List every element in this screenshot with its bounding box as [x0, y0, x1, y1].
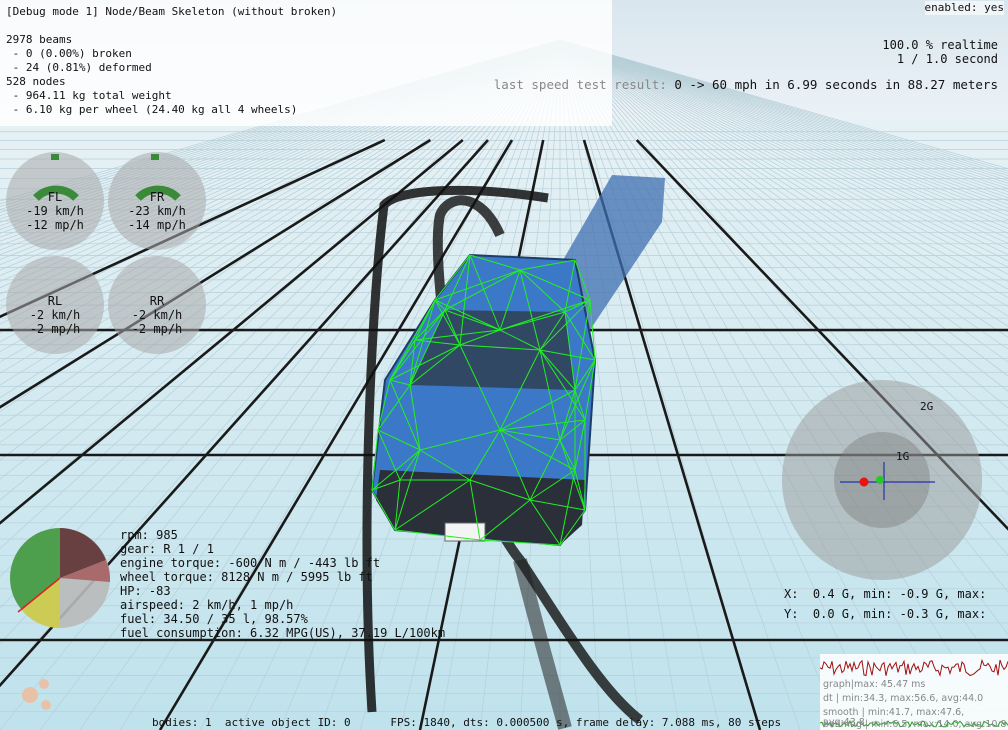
- debug-line: 528 nodes: [6, 75, 66, 88]
- g-force-readout: X: 0.4 G, min: -0.9 G, max: Y: 0.0 G, mi…: [784, 584, 986, 624]
- wheel-name: RR: [149, 294, 165, 308]
- engine-torque-readout: engine torque: -600 N m / -443 lb ft: [120, 556, 381, 570]
- g-meter-1g-label: 1G: [896, 450, 910, 463]
- hp-readout: HP: -83: [120, 584, 171, 598]
- g-origin-point: [876, 476, 884, 484]
- debug-line: - 24 (0.81%) deformed: [6, 61, 152, 74]
- gear-readout: gear: R 1 / 1: [120, 542, 214, 556]
- wheel-gauge-fr: FR -23 km/h -14 mp/h: [108, 152, 206, 250]
- performance-graph: graph|max: 45.47 ms dt | min:34.3, max:5…: [820, 654, 1008, 730]
- graph-label: beamng | min:6.5, max:14.0, avg:10.8: [823, 719, 1007, 730]
- wheel-speed-mph: -12 mp/h: [26, 218, 84, 232]
- speed-test-value: 0 -> 60 mph in 6.99 seconds in 88.27 met…: [666, 77, 998, 92]
- graph-label: dt | min:34.3, max:56.6, avg:44.0: [823, 693, 984, 704]
- rpm-gauge: [10, 528, 111, 628]
- graph-label: graph|max: 45.47 ms: [823, 679, 926, 690]
- speed-test-result: last speed test result: 0 -> 60 mph in 6…: [494, 78, 998, 92]
- fuel-readout: fuel: 34.50 / 35 l, 98.57%: [120, 612, 308, 626]
- g-x-readout: X: 0.4 G, min: -0.9 G, max:: [784, 587, 987, 601]
- realtime-readout: 100.0 % realtime 1 / 1.0 second: [882, 38, 998, 66]
- debug-line: 2978 beams: [6, 33, 73, 46]
- g-y-readout: Y: 0.0 G, min: -0.3 G, max:: [784, 607, 987, 621]
- wheel-gauge-rl: RL -2 km/h -2 mp/h: [6, 256, 104, 354]
- realtime-percent: 100.0 % realtime: [882, 38, 998, 52]
- wheel-gauge-fl: FL -19 km/h -12 mp/h: [6, 152, 104, 250]
- wheel-speed-mph: -2 mp/h: [131, 322, 183, 336]
- graph-line-dt: [820, 658, 1008, 678]
- airspeed-readout: airspeed: 2 km/h, 1 mp/h: [120, 598, 294, 612]
- wheel-name: FL: [47, 190, 63, 204]
- wheel-name: FR: [149, 190, 165, 204]
- wheel-speed-kmh: -2 km/h: [29, 308, 81, 322]
- g-current-point: [859, 477, 869, 487]
- debug-info-panel: [Debug mode 1] Node/Beam Skeleton (witho…: [0, 0, 612, 126]
- g-meter: [782, 380, 982, 580]
- wheel-speed-kmh: -2 km/h: [131, 308, 183, 322]
- wheel-speed-kmh: -23 km/h: [128, 204, 186, 218]
- wheel-torque-readout: wheel torque: 8128 N m / 5995 lb ft: [120, 570, 373, 584]
- realtime-ratio: 1 / 1.0 second: [896, 52, 998, 66]
- wheel-name: RL: [47, 294, 63, 308]
- wheel-speed-mph: -14 mp/h: [128, 218, 186, 232]
- fuel-consumption-readout: fuel consumption: 6.32 MPG(US), 37.19 L/…: [120, 626, 446, 640]
- debug-line: - 6.10 kg per wheel (24.40 kg all 4 whee…: [6, 103, 298, 116]
- wheel-speed-kmh: -19 km/h: [26, 204, 84, 218]
- status-bar: bodies: 1 active object ID: 0 FPS: 1840,…: [152, 716, 782, 729]
- wheel-speed-mph: -2 mp/h: [29, 322, 81, 336]
- debug-line: - 0 (0.00%) broken: [6, 47, 132, 60]
- engine-info: rpm: 985 gear: R 1 / 1 engine torque: -6…: [120, 528, 445, 640]
- debug-title: [Debug mode 1] Node/Beam Skeleton (witho…: [6, 5, 338, 18]
- rpm-readout: rpm: 985: [120, 528, 178, 542]
- enabled-status: enabled: yes: [924, 1, 1004, 15]
- debug-line: - 964.11 kg total weight: [6, 89, 172, 102]
- wheel-gauge-rr: RR -2 km/h -2 mp/h: [108, 256, 206, 354]
- speed-test-label: last speed test result:: [493, 77, 667, 92]
- g-meter-2g-label: 2G: [920, 400, 934, 413]
